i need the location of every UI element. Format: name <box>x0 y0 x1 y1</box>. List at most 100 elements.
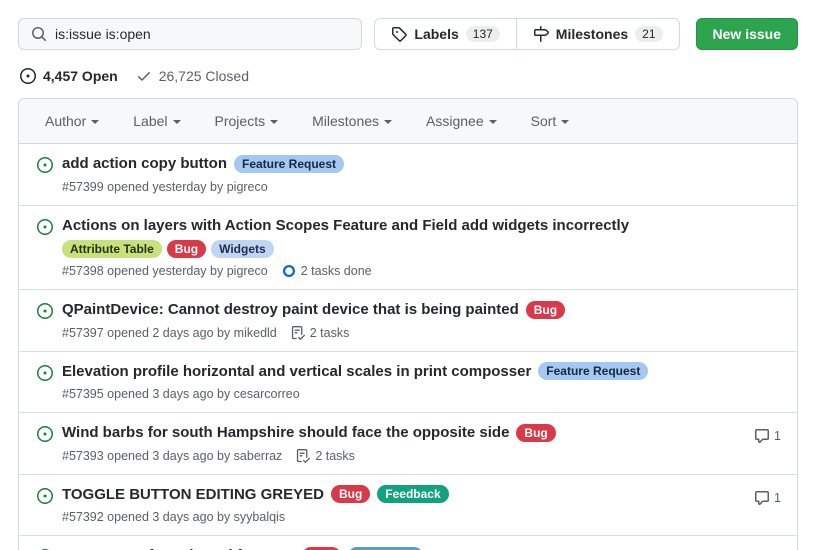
issue-side <box>717 300 781 340</box>
milestones-button[interactable]: Milestones 21 <box>516 19 679 49</box>
issue-meta: #57395 opened 3 days ago by cesarcorreo <box>62 387 717 401</box>
issue-meta-text: #57392 opened 3 days ago by syybalqis <box>62 510 285 524</box>
milestones-button-label: Milestones <box>556 26 628 42</box>
issue-labels-line: Attribute Table Bug Widgets <box>62 240 717 258</box>
issue-label[interactable]: Bug <box>331 485 370 503</box>
issue-main: TOGGLE BUTTON EDITING GREYED Bug Feedback #… <box>62 485 717 525</box>
issue-main: Elevation profile horizontal and vertica… <box>62 362 717 402</box>
issue-label[interactable]: Feature Request <box>234 155 344 173</box>
issues-listbox: Author Label Projects Milestones Assignee Sor… <box>18 98 798 550</box>
filter-author-label: Author <box>45 113 86 129</box>
issue-label[interactable]: Attribute Table <box>62 240 162 258</box>
labels-count-badge: 137 <box>466 26 500 42</box>
issue-title-link[interactable]: Actions on layers with Action Scopes Fea… <box>62 216 629 236</box>
filter-label-label: Label <box>133 113 167 129</box>
labels-milestones-group: Labels 137 Milestones 21 <box>374 18 679 50</box>
issue-row: add action copy button Feature Request #57… <box>19 144 797 205</box>
search-icon <box>31 26 47 42</box>
issue-opened-icon <box>37 488 53 525</box>
issue-main: Actions on layers with Action Scopes Fea… <box>62 216 717 279</box>
issue-opened-icon <box>37 426 53 463</box>
filters-bar: Author Label Projects Milestones Assignee Sor… <box>19 99 797 144</box>
tasks-indicator[interactable]: 2 tasks <box>296 449 355 463</box>
issue-opened-icon <box>20 68 36 84</box>
issue-label[interactable]: Feedback <box>377 485 448 503</box>
issue-row: Wrong sum for selected featuresBugMap To… <box>19 535 797 550</box>
issue-title-link[interactable]: add action copy button <box>62 154 227 174</box>
labels-button[interactable]: Labels 137 <box>375 19 515 49</box>
issue-meta: #57397 opened 2 days ago by mikedld 2 tas… <box>62 326 717 340</box>
issue-opened-icon <box>37 365 53 402</box>
chevron-down-icon <box>270 120 278 124</box>
labels-button-label: Labels <box>414 26 458 42</box>
issue-main: Wind barbs for south Hampshire should fa… <box>62 423 717 463</box>
filter-assignee-label: Assignee <box>426 113 484 129</box>
search-box[interactable] <box>18 18 362 50</box>
milestone-icon <box>533 26 549 42</box>
closed-issues-tab[interactable]: 26,725 Closed <box>136 68 249 84</box>
issue-side <box>717 362 781 402</box>
filter-projects[interactable]: Projects <box>215 113 279 129</box>
issue-meta: #57399 opened yesterday by pigreco <box>62 180 717 194</box>
issue-label[interactable]: Bug <box>516 424 555 442</box>
issue-title-link[interactable]: TOGGLE BUTTON EDITING GREYED <box>62 485 324 505</box>
issue-label[interactable]: Widgets <box>211 240 274 258</box>
chevron-down-icon <box>489 120 497 124</box>
filter-label[interactable]: Label <box>133 113 180 129</box>
filter-milestones[interactable]: Milestones <box>312 113 392 129</box>
issue-opened-icon <box>37 157 53 194</box>
closed-count-label: 26,725 Closed <box>159 68 249 84</box>
issue-label[interactable]: Bug <box>167 240 206 258</box>
open-issues-tab[interactable]: 4,457 Open <box>20 68 118 84</box>
issue-meta-text: #57398 opened yesterday by pigreco <box>62 264 268 278</box>
issue-meta: #57393 opened 3 days ago by saberraz 2 ta… <box>62 449 717 463</box>
issue-side <box>717 154 781 194</box>
search-input[interactable] <box>55 26 349 42</box>
issue-side <box>717 216 781 279</box>
comment-count[interactable]: 1 <box>754 428 781 444</box>
issue-main: QPaintDevice: Cannot destroy paint devic… <box>62 300 717 340</box>
issue-opened-icon <box>37 303 53 340</box>
tracked-circle-icon <box>282 264 296 278</box>
filter-milestones-label: Milestones <box>312 113 379 129</box>
filter-assignee[interactable]: Assignee <box>426 113 497 129</box>
issue-title-link[interactable]: Elevation profile horizontal and vertica… <box>62 362 531 382</box>
filter-projects-label: Projects <box>215 113 266 129</box>
issue-row: QPaintDevice: Cannot destroy paint devic… <box>19 289 797 351</box>
chevron-down-icon <box>173 120 181 124</box>
issue-side: 1 <box>717 546 781 550</box>
issue-main: Wrong sum for selected featuresBugMap To… <box>62 546 717 550</box>
filter-sort-label: Sort <box>531 113 557 129</box>
new-issue-button[interactable]: New issue <box>696 18 798 50</box>
issue-label[interactable]: Feature Request <box>538 362 648 380</box>
issue-meta-text: #57393 opened 3 days ago by saberraz <box>62 449 282 463</box>
issue-state-tabs: 4,457 Open 26,725 Closed <box>20 68 798 84</box>
milestones-count-badge: 21 <box>635 26 662 42</box>
comment-icon <box>754 428 770 444</box>
tasks-done-indicator[interactable]: 2 tasks done <box>282 264 372 278</box>
checklist-icon <box>291 326 305 340</box>
filter-author[interactable]: Author <box>45 113 99 129</box>
filter-sort[interactable]: Sort <box>531 113 570 129</box>
issue-meta-text: #57399 opened yesterday by pigreco <box>62 180 268 194</box>
issue-main: add action copy button Feature Request #57… <box>62 154 717 194</box>
issues-page: Labels 137 Milestones 21 New issue 4,457… <box>0 0 816 550</box>
open-count-label: 4,457 Open <box>43 68 118 84</box>
issue-title-link[interactable]: Wind barbs for south Hampshire should fa… <box>62 423 509 443</box>
top-toolbar: Labels 137 Milestones 21 New issue <box>18 18 798 50</box>
tasks-indicator[interactable]: 2 tasks <box>291 326 350 340</box>
issues-list: add action copy button Feature Request #57… <box>19 144 797 550</box>
issue-row: Actions on layers with Action Scopes Fea… <box>19 205 797 290</box>
issue-title-link[interactable]: QPaintDevice: Cannot destroy paint devic… <box>62 300 519 320</box>
issue-meta-text: #57397 opened 2 days ago by mikedld <box>62 326 277 340</box>
chevron-down-icon <box>384 120 392 124</box>
tag-icon <box>391 26 407 42</box>
issue-row: Wind barbs for south Hampshire should fa… <box>19 412 797 474</box>
comment-count[interactable]: 1 <box>754 490 781 506</box>
issue-side: 1 <box>717 485 781 525</box>
chevron-down-icon <box>561 120 569 124</box>
issue-title-link[interactable]: Wrong sum for selected features <box>62 546 295 550</box>
issue-meta-text: #57395 opened 3 days ago by cesarcorreo <box>62 387 300 401</box>
comment-icon <box>754 490 770 506</box>
issue-label[interactable]: Bug <box>526 301 565 319</box>
